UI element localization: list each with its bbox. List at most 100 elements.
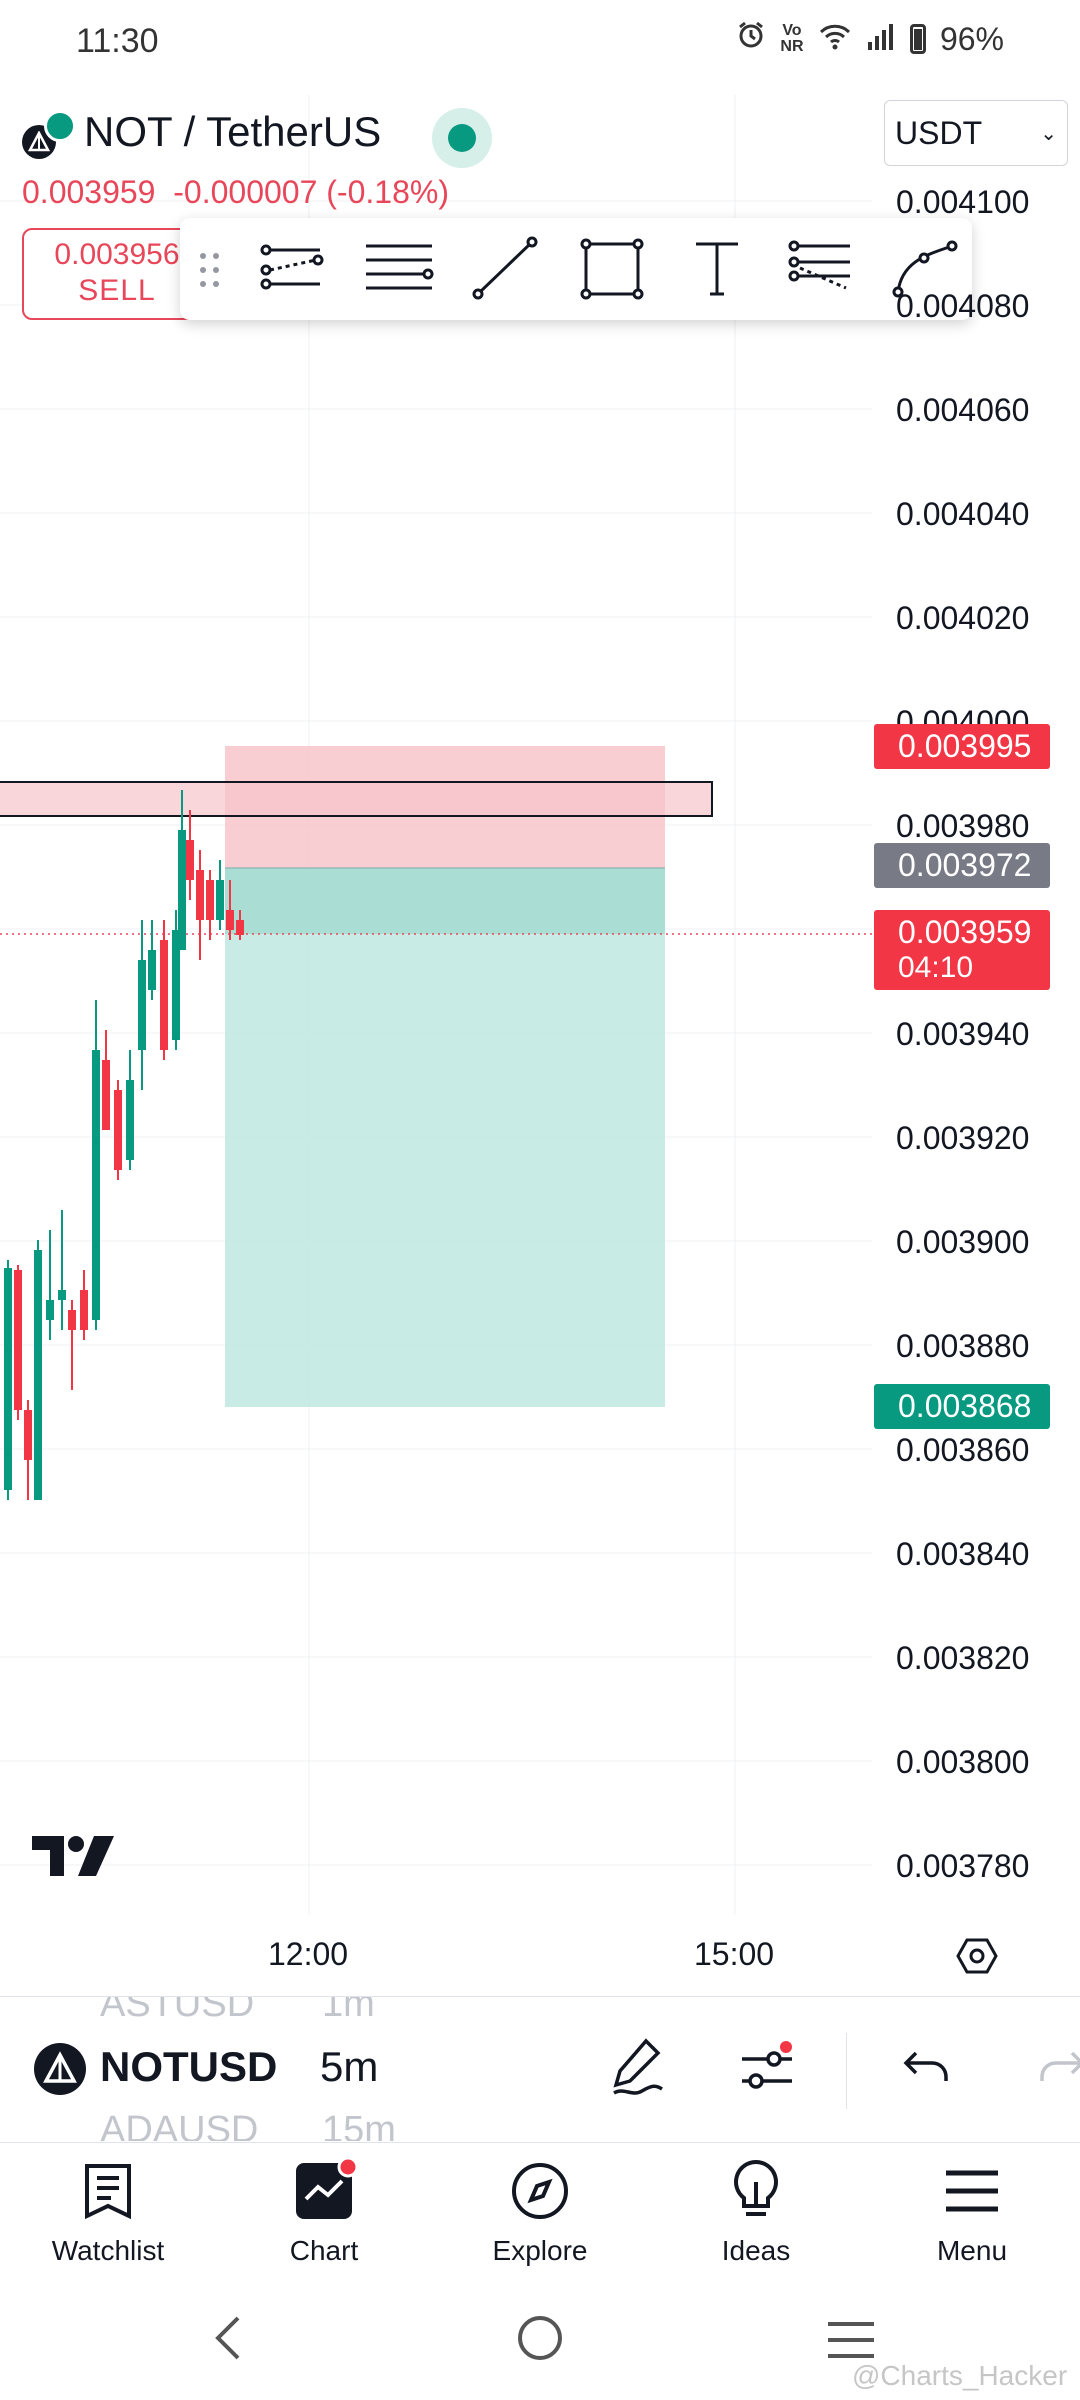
candle-body: [46, 1300, 54, 1320]
entry-to-current-zone: [225, 868, 665, 934]
price-axis-label: 0.004100: [896, 184, 1030, 220]
horizontal-lines-icon[interactable]: [364, 236, 434, 302]
candle-body: [160, 940, 168, 1050]
currency-value: USDT: [895, 114, 983, 151]
status-icons: Vo NR 96%: [736, 20, 1004, 58]
indicators-icon[interactable]: [738, 2041, 798, 2102]
candle-body: [186, 840, 194, 880]
home-icon[interactable]: [516, 2314, 564, 2367]
nav-watchlist[interactable]: Watchlist: [28, 2155, 188, 2267]
candle-body: [80, 1290, 88, 1330]
battery-percent: 96%: [939, 20, 1004, 57]
redo-icon[interactable]: [1036, 2045, 1080, 2094]
candle-body: [138, 960, 146, 1050]
candle-body: [226, 910, 234, 930]
drag-handle-icon[interactable]: [196, 250, 224, 290]
market-open-dot-icon: [448, 124, 476, 152]
recents-icon[interactable]: [826, 2320, 876, 2365]
candle-body: [236, 920, 244, 935]
nav-label: Menu: [936, 2235, 1008, 2266]
take-profit-zone: [225, 868, 665, 1407]
candle-body: [216, 880, 224, 920]
candle-body: [24, 1410, 32, 1460]
nav-explore[interactable]: Explore: [460, 2155, 620, 2267]
drawing-tools-icon[interactable]: [608, 2035, 668, 2104]
candle-body: [68, 1310, 76, 1330]
symbol-interval-bar: ASTUSD 1m NOTUSD 5m ADAUSD 15m: [0, 1996, 1080, 2141]
candle-body: [92, 1050, 100, 1320]
back-icon[interactable]: [210, 2314, 246, 2367]
resistance-rectangle: [0, 781, 713, 817]
watchlist-icon: [85, 2164, 131, 2220]
candle-body: [14, 1270, 22, 1410]
rectangle-icon[interactable]: [576, 236, 646, 302]
price-axis-label: 0.003900: [896, 1224, 1030, 1260]
nav-label: Chart: [289, 2235, 359, 2266]
target-price-badge: 0.003868: [874, 1384, 1050, 1429]
nav-label: Explore: [492, 2235, 588, 2266]
drawing-toolbar: [180, 218, 972, 320]
time-axis-label: 12:00: [268, 1936, 349, 1972]
currency-select[interactable]: USDT ⌄: [884, 100, 1068, 166]
nav-label: Ideas: [721, 2235, 791, 2266]
symbol-icon: [34, 2043, 86, 2095]
price-axis-label: 0.003780: [896, 1848, 1030, 1884]
candle-body: [114, 1090, 122, 1170]
lightbulb-icon: [734, 2159, 778, 2216]
price-axis-label: 0.004020: [896, 600, 1030, 636]
status-time: 11:30: [76, 22, 159, 60]
interval-selector[interactable]: 5m: [320, 2043, 378, 2091]
candle-body: [206, 880, 214, 920]
price-change-line: 0.003959 -0.000007 (-0.18%): [22, 174, 449, 211]
undo-icon[interactable]: [902, 2045, 952, 2094]
chart-settings-icon[interactable]: [956, 1936, 998, 1981]
price-axis-label: 0.004040: [896, 496, 1030, 532]
hamburger-menu-icon: [946, 2170, 998, 2212]
candlesticks: [4, 790, 244, 1500]
pitchfork-icon[interactable]: [786, 236, 856, 302]
text-icon[interactable]: [682, 236, 752, 302]
current-price-value: 0.003959: [898, 914, 1032, 950]
price-axis-label: 0.003800: [896, 1744, 1030, 1780]
exchange-badge-icon: [44, 110, 76, 142]
trend-line-icon[interactable]: [470, 236, 540, 302]
price-axis-label: 0.003820: [896, 1640, 1030, 1676]
next-symbol[interactable]: ADAUSD: [100, 2109, 258, 2141]
last-price: 0.003959: [22, 174, 156, 210]
symbol-title[interactable]: NOT / TetherUS: [84, 108, 381, 156]
watermark: @Charts_Hacker: [852, 2360, 1068, 2391]
price-change: -0.000007 (-0.18%): [173, 174, 449, 210]
bar-countdown: 04:10: [898, 951, 974, 984]
wifi-icon: [818, 21, 852, 58]
entry-price-badge: 0.003972: [874, 843, 1050, 888]
nav-ideas[interactable]: Ideas: [676, 2155, 836, 2267]
time-axis-label: 15:00: [694, 1936, 775, 1972]
toolbar-divider: [846, 2033, 847, 2109]
next-interval[interactable]: 15m: [322, 2109, 396, 2141]
candle-body: [58, 1290, 66, 1300]
chevron-down-icon: ⌄: [1040, 122, 1057, 145]
prev-interval[interactable]: 1m: [322, 1997, 375, 2026]
signal-icon: [866, 21, 896, 58]
nav-chart[interactable]: Chart: [244, 2155, 404, 2267]
volte-icon: Vo NR: [780, 22, 804, 55]
candle-body: [34, 1250, 42, 1500]
trend-angle-icon[interactable]: [258, 236, 328, 302]
price-axis-label: 0.003940: [896, 1016, 1030, 1052]
tradingview-logo: [30, 1834, 116, 1883]
candle-body: [178, 830, 186, 950]
candle-body: [102, 1060, 110, 1130]
candle-body: [196, 870, 204, 920]
current-price-badge: 0.003959 04:10: [874, 910, 1050, 990]
candle-body: [126, 1080, 134, 1160]
nav-menu[interactable]: Menu: [892, 2155, 1052, 2267]
candle-body: [4, 1268, 12, 1490]
prev-symbol[interactable]: ASTUSD: [100, 1997, 254, 2026]
price-axis-label: 0.003840: [896, 1536, 1030, 1572]
price-axis-label: 0.003920: [896, 1120, 1030, 1156]
symbol-selector[interactable]: NOTUSD: [100, 2043, 277, 2091]
price-axis-label: 0.004060: [896, 392, 1030, 428]
price-axis-label: 0.003860: [896, 1432, 1030, 1468]
battery-icon: [909, 24, 926, 54]
compass-icon: [512, 2163, 568, 2219]
